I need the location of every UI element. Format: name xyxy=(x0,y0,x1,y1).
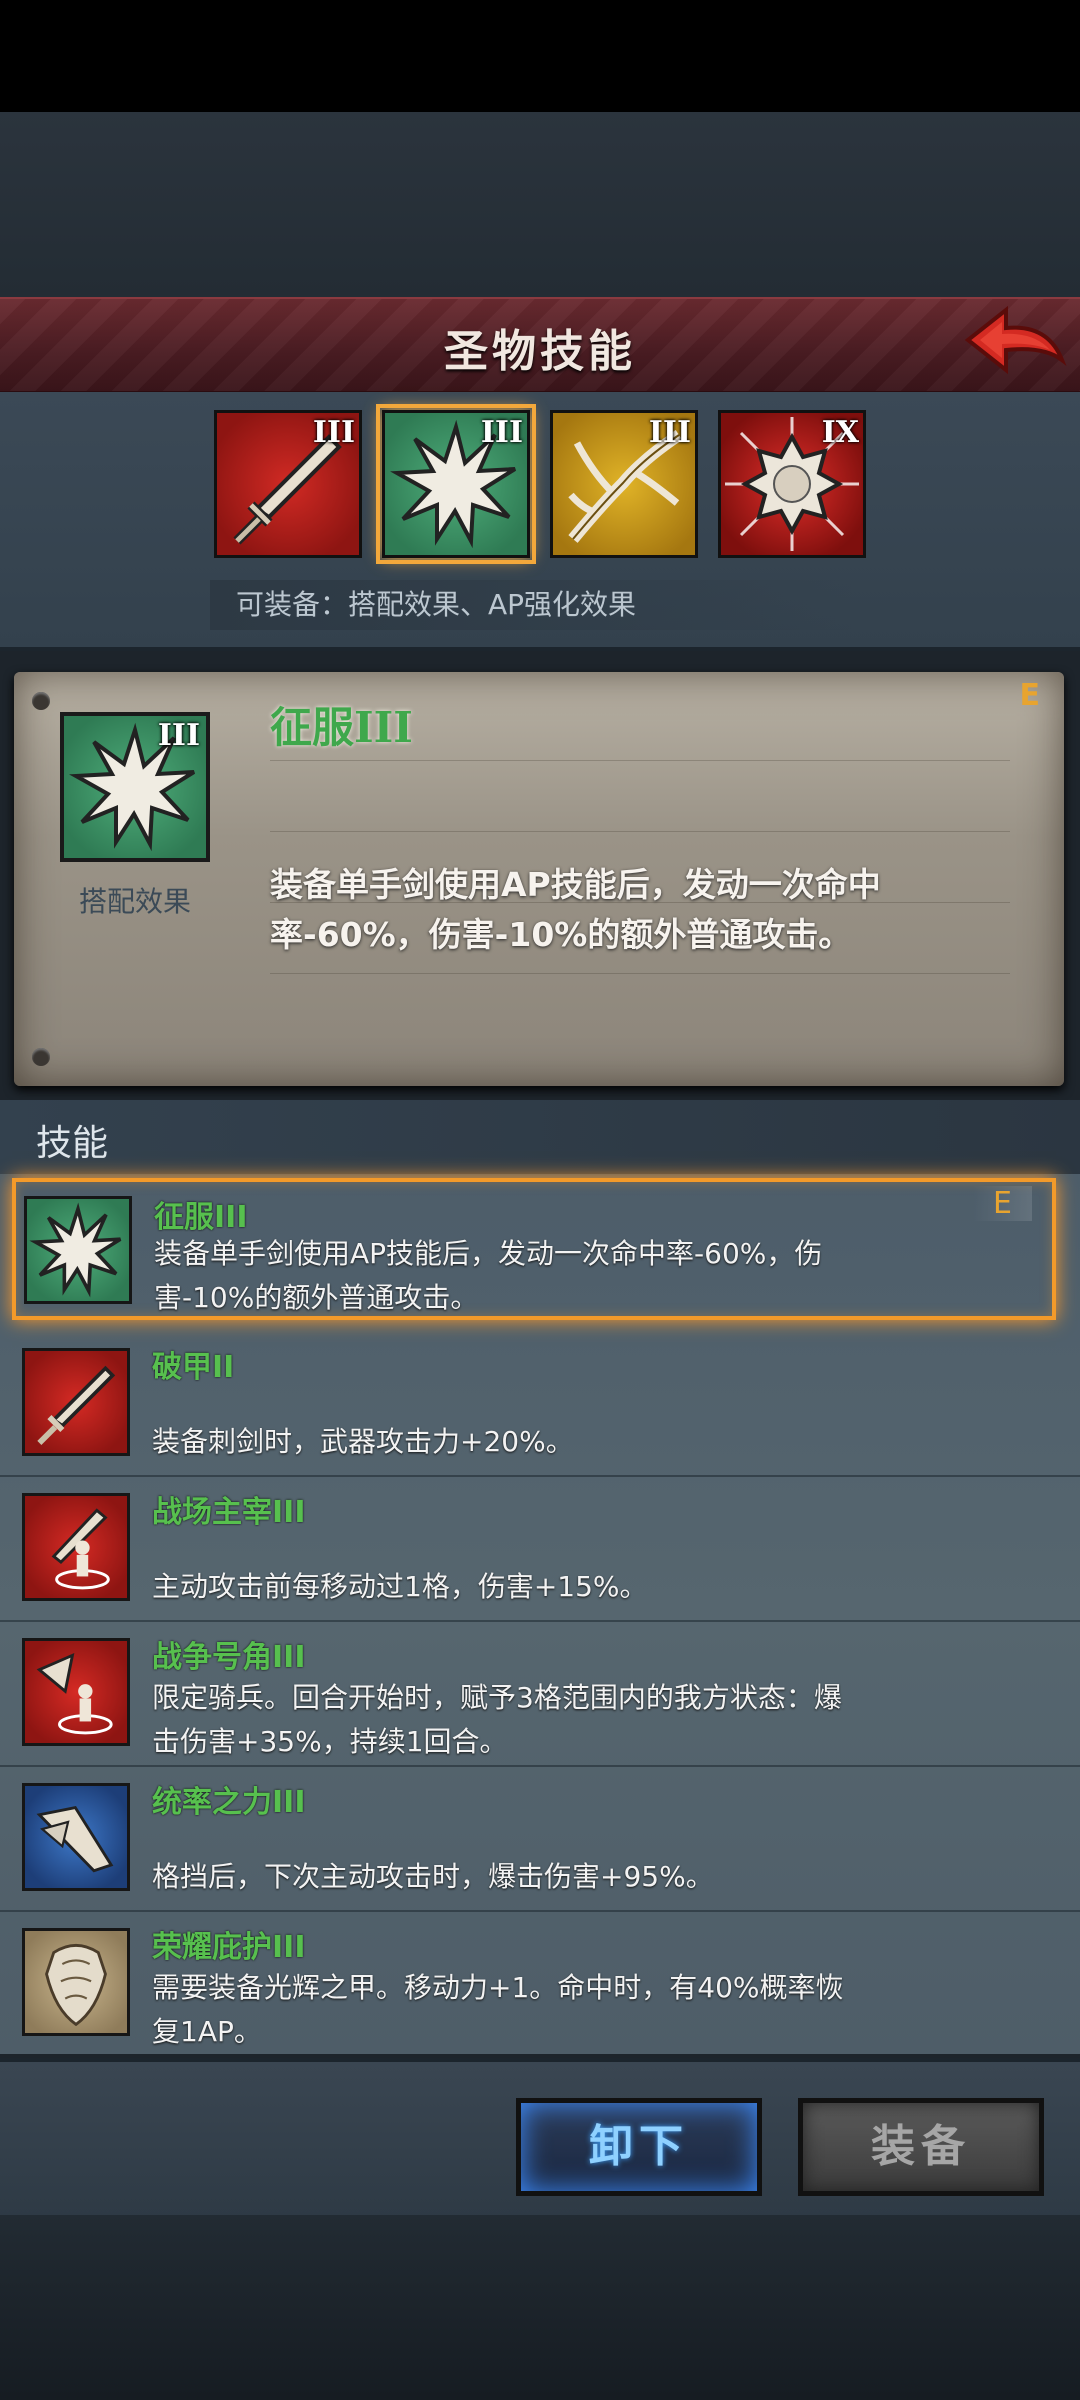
relic-panel: III III III IX 可装备：搭配效果、AP强化效果 xyxy=(0,392,1080,651)
battlefield-icon xyxy=(22,1493,130,1601)
command-icon xyxy=(22,1783,130,1891)
skill-description: 装备刺剑时，武器攻击力+20%。 xyxy=(152,1425,574,1458)
page-title: 圣物技能 xyxy=(444,326,636,377)
rivet xyxy=(32,692,50,710)
skill-grade-badge: E xyxy=(973,1186,1032,1221)
detail-skill-icon: III xyxy=(60,712,210,862)
skills-section-header: 技能 xyxy=(0,1100,1080,1174)
war-horn-icon xyxy=(22,1638,130,1746)
skill-description: 主动攻击前每移动过1格，伤害+15%。 xyxy=(152,1570,648,1603)
skill-row-conquer[interactable]: 征服III 装备单手剑使用AP技能后，发动一次命中率-60%，伤害-10%的额外… xyxy=(12,1178,1056,1320)
skill-description: 需要装备光辉之甲。移动力+1。命中时，有40%概率恢复1AP。 xyxy=(152,1971,844,2048)
skill-name: 战争号角III xyxy=(152,1640,306,1675)
relic-grade: III xyxy=(648,415,691,450)
skill-detail-card: III 搭配效果 征服III E 装备单手剑使用AP技能后，发动一次命中率-60… xyxy=(14,672,1064,1086)
skills-section-title: 技能 xyxy=(36,1123,109,1164)
status-bar xyxy=(0,0,1080,112)
relic-grade: III xyxy=(480,415,523,450)
relic-slot-sun[interactable]: IX xyxy=(718,410,866,558)
relic-slot-conquer[interactable]: III xyxy=(376,404,536,564)
detail-caption: 搭配效果 xyxy=(78,885,191,918)
skill-name: 战场主宰III xyxy=(152,1495,306,1530)
top-backdrop xyxy=(0,112,1080,297)
relic-grade: III xyxy=(312,415,355,450)
skills-list: 征服III 装备单手剑使用AP技能后，发动一次命中率-60%，伤害-10%的额外… xyxy=(0,1174,1080,2054)
detail-description: 装备单手剑使用AP技能后，发动一次命中率-60%，伤害-10%的额外普通攻击。 xyxy=(270,865,881,954)
relic-slot-sword[interactable]: III xyxy=(214,410,362,558)
back-button[interactable] xyxy=(960,300,1070,380)
equip-note: 可装备：搭配效果、AP强化效果 xyxy=(210,580,856,630)
skill-row-armor-break[interactable]: 破甲II 装备刺剑时，武器攻击力+20%。 xyxy=(0,1332,1080,1477)
unequip-button[interactable]: 卸下 xyxy=(516,2098,762,2196)
equip-button[interactable]: 装备 xyxy=(798,2098,1044,2196)
skill-row-battlefield[interactable]: 战场主宰III 主动攻击前每移动过1格，伤害+15%。 xyxy=(0,1477,1080,1622)
sword-icon xyxy=(22,1348,130,1456)
armor-icon xyxy=(22,1928,130,2036)
skill-name: 征服III xyxy=(154,1200,248,1235)
skill-row-war-horn[interactable]: 战争号角III 限定骑兵。回合开始时，赋予3格范围内的我方状态：爆击伤害+35%… xyxy=(0,1622,1080,1767)
burst-icon xyxy=(24,1196,132,1304)
skill-name: 统率之力III xyxy=(152,1785,306,1820)
skill-row-glory[interactable]: 荣耀庇护III 需要装备光辉之甲。移动力+1。命中时，有40%概率恢复1AP。 xyxy=(0,1912,1080,2057)
action-bar: 卸下 装备 xyxy=(0,2058,1080,2219)
rivet xyxy=(32,1048,50,1066)
skill-name: 破甲II xyxy=(152,1350,235,1385)
detail-icon-grade: III xyxy=(157,718,200,753)
title-bar: 圣物技能 xyxy=(0,297,1080,394)
skill-name: 荣耀庇护III xyxy=(152,1930,306,1965)
relic-slot-branch[interactable]: III xyxy=(550,410,698,558)
bottom-backdrop xyxy=(0,2215,1080,2400)
back-arrow-icon xyxy=(964,305,1067,375)
skill-description: 装备单手剑使用AP技能后，发动一次命中率-60%，伤害-10%的额外普通攻击。 xyxy=(154,1237,823,1314)
detail-grade-badge: E xyxy=(1019,678,1041,713)
relic-grade: IX xyxy=(821,415,859,450)
skill-row-command[interactable]: 统率之力III 格挡后，下次主动攻击时，爆击伤害+95%。 xyxy=(0,1767,1080,1912)
detail-skill-name: 征服III xyxy=(270,703,413,752)
skill-description: 格挡后，下次主动攻击时，爆击伤害+95%。 xyxy=(152,1860,714,1893)
skill-description: 限定骑兵。回合开始时，赋予3格范围内的我方状态：爆击伤害+35%，持续1回合。 xyxy=(152,1681,842,1758)
